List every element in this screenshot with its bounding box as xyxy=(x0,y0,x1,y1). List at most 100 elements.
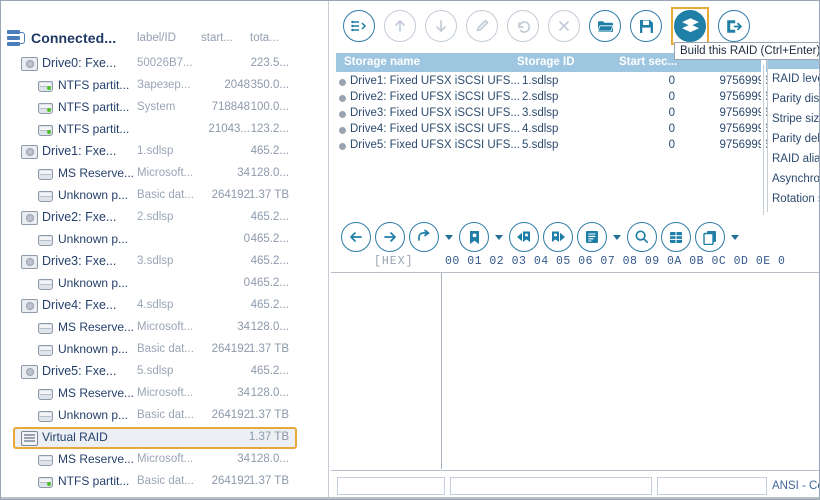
undo-icon[interactable] xyxy=(507,10,539,42)
storage-table-row[interactable]: Drive3: Fixed UFSX iSCSI UFS...3.sdlsp09… xyxy=(336,106,814,122)
tree-row-name: Unknown p... xyxy=(58,188,128,202)
tree-row[interactable]: MS Reserve...Microsoft...34128.0... xyxy=(1,449,306,471)
property-row[interactable]: RAID leve xyxy=(768,69,820,89)
storage-id-cell: 2.sdlsp xyxy=(522,91,558,103)
storage-table-row[interactable]: Drive1: Fixed UFSX iSCSI UFS...1.sdlsp09… xyxy=(336,74,814,90)
list-view-icon[interactable] xyxy=(577,222,607,252)
tree-row-label: Зарезер... xyxy=(137,79,190,91)
tree-row-name: Drive3: Fxe... xyxy=(42,254,116,268)
open-folder-icon[interactable] xyxy=(589,10,621,42)
storage-table-row[interactable]: Drive2: Fixed UFSX iSCSI UFS...2.sdlsp09… xyxy=(336,90,814,106)
tree-row-total: 128.0... xyxy=(233,387,289,399)
status-field-3[interactable] xyxy=(657,477,767,495)
tree-col-label[interactable]: label/ID xyxy=(137,32,176,44)
tree-row[interactable]: Drive3: Fxe...3.sdlsp465.2... xyxy=(1,251,306,273)
bookmark-icon[interactable] xyxy=(459,222,489,252)
hex-offsets: 00 01 02 03 04 05 06 07 08 09 0A 0B 0C 0… xyxy=(445,255,785,268)
chevron-down-icon[interactable] xyxy=(495,235,503,240)
partition-icon xyxy=(35,273,55,295)
chevron-down-icon[interactable] xyxy=(731,235,739,240)
tree-row-label: 2.sdlsp xyxy=(137,211,173,223)
column-header-storage-name[interactable]: Storage name xyxy=(344,56,420,68)
tree-row-name: NTFS partit... xyxy=(58,122,129,136)
grid-icon[interactable] xyxy=(661,222,691,252)
tree-row[interactable]: MS Reserve...Microsoft...34128.0... xyxy=(1,317,306,339)
storage-tree-panel: Connected... label/ID start... tota... D… xyxy=(1,1,306,499)
tree-row-label: Microsoft... xyxy=(137,453,193,465)
remove-icon[interactable] xyxy=(548,10,580,42)
properties-splitter[interactable] xyxy=(761,47,766,217)
tree-row[interactable]: Drive0: Fxe...50026B7...223.5... xyxy=(1,53,306,75)
build-raid-icon[interactable] xyxy=(674,10,706,42)
tree-col-start[interactable]: start... xyxy=(201,32,233,44)
status-field-2[interactable] xyxy=(450,477,652,495)
tree-row-total: 1.37 TB xyxy=(233,343,289,355)
property-row[interactable]: Parity dela xyxy=(768,129,820,149)
drive-icon xyxy=(19,53,39,75)
property-row[interactable]: RAID alias xyxy=(768,149,820,169)
start-sector-cell: 0 xyxy=(626,123,675,135)
tree-row[interactable]: NTFS partit...System718848100.0... xyxy=(1,97,306,119)
save-icon[interactable] xyxy=(630,10,662,42)
storage-name-cell: Drive4: Fixed UFSX iSCSI UFS... xyxy=(350,123,520,135)
edit-icon[interactable] xyxy=(466,10,498,42)
search-icon[interactable] xyxy=(627,222,657,252)
tree-row[interactable]: Unknown p...Basic dat...2641921.37 TB xyxy=(1,185,306,207)
partition-icon-led xyxy=(35,97,55,119)
tree-row[interactable]: Drive5: Fxe...5.sdlsp465.2... xyxy=(1,361,306,383)
tree-row[interactable]: Drive2: Fxe...2.sdlsp465.2... xyxy=(1,207,306,229)
move-up-icon[interactable] xyxy=(384,10,416,42)
tree-row-name: Drive0: Fxe... xyxy=(42,56,116,70)
export-icon[interactable] xyxy=(718,10,750,42)
tree-row-name: Unknown p... xyxy=(58,232,128,246)
tree-row[interactable]: Drive1: Fxe...1.sdlsp465.2... xyxy=(1,141,306,163)
property-row[interactable]: Asynchron xyxy=(768,169,820,189)
encoding-label[interactable]: ANSI - Ce xyxy=(772,480,820,492)
move-down-icon[interactable] xyxy=(425,10,457,42)
partition-icon xyxy=(35,339,55,361)
status-field-1[interactable] xyxy=(337,477,445,495)
tree-row[interactable]: NTFS partit...Basic dat...2641921.37 TB xyxy=(1,471,306,493)
chevron-down-icon[interactable] xyxy=(445,235,453,240)
horizontal-splitter[interactable] xyxy=(331,213,819,214)
storage-name-cell: Drive1: Fixed UFSX iSCSI UFS... xyxy=(350,75,520,87)
tree-row-virtual-raid[interactable]: Virtual RAID1.37 TB xyxy=(1,427,306,449)
property-row[interactable]: Stripe size xyxy=(768,109,820,129)
storage-table-row[interactable]: Drive4: Fixed UFSX iSCSI UFS...4.sdlsp09… xyxy=(336,122,814,138)
copy-icon[interactable] xyxy=(695,222,725,252)
storage-table-rows: Drive1: Fixed UFSX iSCSI UFS...1.sdlsp09… xyxy=(336,74,814,154)
back-arrow-icon[interactable] xyxy=(341,222,371,252)
chevron-down-icon[interactable] xyxy=(613,235,621,240)
tree-row-total: 465.2... xyxy=(233,211,289,223)
property-row[interactable]: Rotation s xyxy=(768,189,820,209)
status-bar: ANSI - Ce xyxy=(331,473,820,499)
raid-properties-panel: RAID leveParity distStripe sizeParity de… xyxy=(767,50,820,212)
tree-row[interactable]: NTFS partit...Зарезер...2048350.0... xyxy=(1,75,306,97)
hex-content-area[interactable] xyxy=(331,273,819,471)
storage-table-row[interactable]: Drive5: Fixed UFSX iSCSI UFS...5.sdlsp09… xyxy=(336,138,814,154)
tree-row[interactable]: Unknown p...Basic dat...2641921.37 TB xyxy=(1,339,306,361)
connect-storages-icon[interactable] xyxy=(343,10,375,42)
prev-bookmark-icon[interactable] xyxy=(509,222,539,252)
hex-column-divider xyxy=(441,273,442,469)
hex-mode-label[interactable]: [HEX] xyxy=(374,255,414,268)
tree-row-total: 128.0... xyxy=(233,453,289,465)
tree-row[interactable]: Unknown p...Basic dat...2641921.37 TB xyxy=(1,405,306,427)
tree-row-total: 1.37 TB xyxy=(233,431,289,443)
tree-row[interactable]: MS Reserve...Microsoft...34128.0... xyxy=(1,383,306,405)
partition-icon xyxy=(35,229,55,251)
tree-col-total[interactable]: tota... xyxy=(250,32,279,44)
column-header-start-sector[interactable]: Start sec... xyxy=(619,56,677,68)
forward-arrow-icon[interactable] xyxy=(375,222,405,252)
tree-row[interactable]: MS Reserve...Microsoft...34128.0... xyxy=(1,163,306,185)
tree-row[interactable]: NTFS partit...21043...123.2... xyxy=(1,119,306,141)
tree-row[interactable]: Drive4: Fxe...4.sdlsp465.2... xyxy=(1,295,306,317)
tree-row[interactable]: Unknown p...0465.2... xyxy=(1,229,306,251)
goto-icon[interactable] xyxy=(409,222,439,252)
tree-row[interactable]: Unknown p...0465.2... xyxy=(1,273,306,295)
partition-icon-led xyxy=(35,471,55,493)
next-bookmark-icon[interactable] xyxy=(543,222,573,252)
column-header-storage-id[interactable]: Storage ID xyxy=(517,56,575,68)
tree-row-label: Microsoft... xyxy=(137,167,193,179)
property-row[interactable]: Parity dist xyxy=(768,89,820,109)
